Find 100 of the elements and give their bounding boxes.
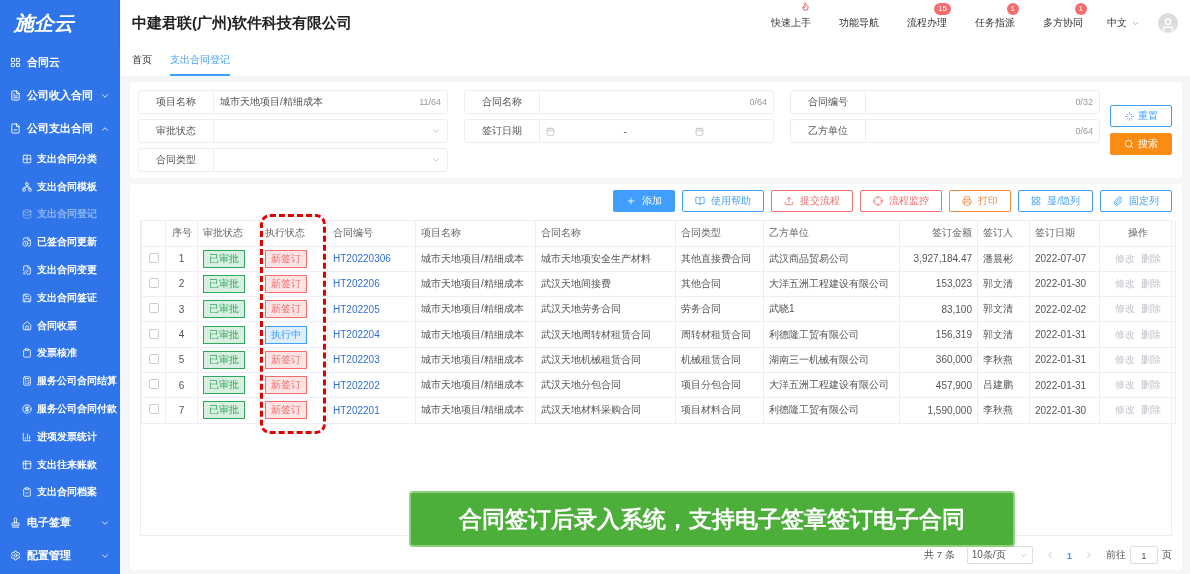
submenu-item-icon [22,265,32,276]
row-checkbox[interactable] [148,353,159,364]
crosshair-icon [873,196,884,206]
sidebar-subitem[interactable]: 已签合同更新 [0,228,120,257]
toolbar-button[interactable]: 打印 [949,190,1012,212]
menu-item-icon [10,550,21,562]
nav-link[interactable]: 快速上手 [771,16,811,30]
filter-field[interactable]: 项目名称 城市天地项目/精细成本 11/64 [138,90,448,114]
page-input[interactable]: 1 [1130,546,1158,564]
sidebar-item[interactable]: 合同云 [0,46,120,79]
table-cell: 2022-01-31 [1029,347,1100,373]
submenu-item-icon [22,487,32,498]
table-cell: 4 [165,321,198,348]
submenu-item-icon [22,292,32,303]
column-header: 合同类型 [675,221,764,246]
column-header: 合同编号 [327,221,416,246]
page-number[interactable]: 1 [1066,549,1072,561]
table-cell: 156,319 [899,321,978,348]
row-checkbox[interactable] [148,404,159,415]
sidebar-item[interactable]: 电子签章 [0,506,120,540]
search-button[interactable]: 搜索 [1110,133,1172,155]
chevron-down-icon [431,126,441,136]
table-cell: 武汉天地机械租赁合同 [535,347,676,373]
filter-field[interactable]: 合同编号 0/32 [790,90,1100,114]
table-cell: 城市天地项目/精细成本 [415,347,536,373]
approval-tag: 已审批 [203,249,245,268]
row-checkbox[interactable] [148,328,159,339]
submenu-item-icon [22,404,32,415]
row-checkbox[interactable] [148,277,159,288]
table-cell: 武汉商品贸易公司 [763,246,900,272]
approval-tag: 已审批 [203,350,245,369]
page-unit: 页 [1162,548,1172,562]
sidebar-subitem[interactable]: 发票核准 [0,339,120,368]
table-cell: 1,590,000 [899,397,978,424]
status-tag: 新签订 [265,401,307,420]
filter-field[interactable]: 签订日期 - [464,119,774,143]
logo: 施企云 [12,10,77,36]
table-cell: 城市天地项目/精细成本 [415,246,536,272]
sidebar-item[interactable]: 公司收入合同 [0,79,120,112]
table-cell: 其他直接费合同 [675,246,764,272]
next-page-icon[interactable] [1084,550,1094,560]
table-cell: 李秋燕 [977,347,1030,373]
submenu-item-icon [22,376,32,387]
table-cell: 2 [165,271,198,297]
goto-label: 前往 [1106,548,1126,562]
table-cell: 潘晨彬 [977,246,1030,272]
toolbar-button[interactable]: 固定列 [1100,190,1172,212]
table-cell: 城市天地项目/精细成本 [415,296,536,322]
status-tag: 执行中 [265,325,307,344]
sidebar-item[interactable]: 公司支出合同 [0,112,120,145]
submenu-item-icon [22,209,32,220]
sidebar-subitem[interactable]: 支出合同档案 [0,478,120,507]
filter-field[interactable]: 合同名称 0/64 [464,90,774,114]
sidebar-subitem[interactable]: 支出合同变更 [0,256,120,284]
page-size-select[interactable]: 10条/页 [966,546,1033,564]
sidebar-subitem[interactable]: 支出往来账款 [0,450,120,479]
total-count: 共 7 条 [924,548,955,562]
sidebar-subitem[interactable]: 支出合同模板 [0,172,120,201]
toolbar-button[interactable]: 使用帮助 [682,190,765,212]
count-badge: 15 [934,3,951,15]
sidebar-subitem[interactable]: 支出合同签证 [0,284,120,312]
toolbar-button[interactable]: 流程监控 [860,190,943,212]
table-cell: 城市天地项目/精细成本 [415,372,536,398]
filter-field[interactable]: 审批状态 [138,119,448,143]
filter-field[interactable]: 合同类型 [138,148,448,172]
sidebar-subitem[interactable]: 服务公司合同结算 [0,367,120,396]
table-cell: 1 [165,246,198,272]
submenu-item-icon [22,153,32,164]
approval-tag: 已审批 [203,300,245,319]
column-header: 项目名称 [415,221,536,246]
sidebar-item[interactable]: 配置管理 [0,539,120,573]
nav-link[interactable]: 功能导航 [839,16,879,30]
status-tag: 新签订 [265,376,307,395]
filter-field[interactable]: 乙方单位 0/64 [790,119,1100,143]
language-select[interactable]: 中文 [1107,16,1140,30]
table-cell: 3,927,184.47 [899,246,978,272]
avatar[interactable] [1158,13,1178,33]
column-header: 执行状态 [259,221,328,246]
toolbar-button[interactable]: 提交流程 [771,190,854,212]
tab[interactable]: 首页 [132,54,152,76]
sidebar-subitem[interactable]: 服务公司合同付款 [0,395,120,423]
menu-item-icon [10,90,21,101]
approval-tag: 已审批 [203,274,245,293]
row-checkbox[interactable] [148,252,159,263]
row-checkbox[interactable] [148,303,159,314]
table-cell: 其他合同 [675,271,764,297]
reset-button[interactable]: 重置 [1110,105,1172,127]
table-cell: 利德隆工贸有限公司 [763,321,900,348]
submenu-item-icon [22,320,32,331]
toolbar-button[interactable]: 显/隐列 [1018,190,1093,212]
sidebar-subitem[interactable]: 进项发票统计 [0,422,120,451]
table-cell: 李秋燕 [977,397,1030,424]
company-title: 中建君联(广州)软件科技有限公司 [132,13,353,33]
row-checkbox[interactable] [148,379,159,390]
table-cell: 2022-01-30 [1029,397,1100,424]
status-tag: 新签订 [265,274,307,293]
toolbar-button[interactable]: 添加 [613,190,676,212]
sidebar-subitem[interactable]: 合同收票 [0,311,120,340]
grid-icon [1031,196,1042,206]
sidebar-subitem[interactable]: 支出合同分类 [0,145,120,173]
